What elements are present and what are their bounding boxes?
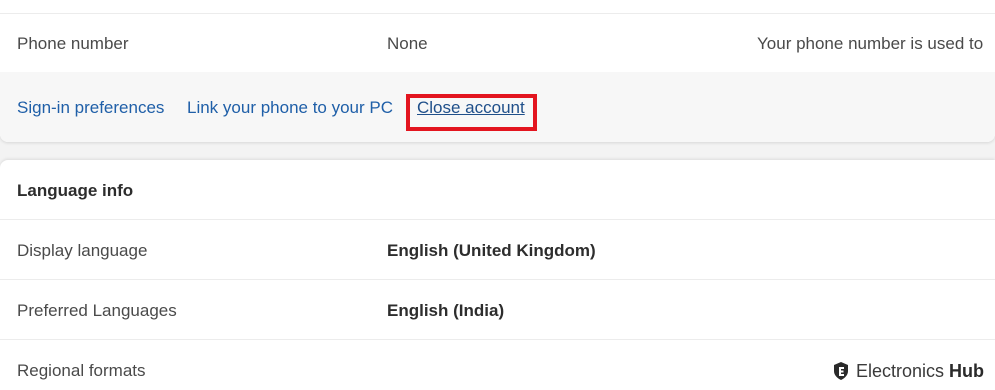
preferred-languages-row: Preferred Languages English (India) <box>0 280 995 340</box>
display-language-label: Display language <box>17 241 148 260</box>
display-language-value: English (United Kingdom) <box>387 241 596 260</box>
sign-in-preferences-link[interactable]: Sign-in preferences <box>17 98 164 118</box>
watermark-text: Electronics Hub <box>856 361 984 382</box>
regional-formats-label: Regional formats <box>17 361 146 380</box>
link-phone-to-pc-link[interactable]: Link your phone to your PC <box>187 98 393 118</box>
preferred-languages-label: Preferred Languages <box>17 301 177 320</box>
language-info-title: Language info <box>17 181 134 200</box>
phone-number-label: Phone number <box>17 34 129 53</box>
watermark-brand-bold: Hub <box>949 360 985 381</box>
watermark-brand: Electronics <box>856 360 945 381</box>
language-info-header: Language info <box>0 160 995 220</box>
phone-number-value: None <box>387 34 428 53</box>
phone-number-description: Your phone number is used to <box>757 34 984 53</box>
highlight-box <box>406 94 537 131</box>
electronics-hub-watermark: Electronics Hub <box>832 359 984 383</box>
language-info-card: Language info Display language English (… <box>0 160 995 390</box>
preferred-languages-value: English (India) <box>387 301 505 320</box>
phone-number-row: Phone number None Your phone number is u… <box>0 14 995 72</box>
shield-e-icon <box>834 362 848 380</box>
display-language-row: Display language English (United Kingdom… <box>0 220 995 280</box>
